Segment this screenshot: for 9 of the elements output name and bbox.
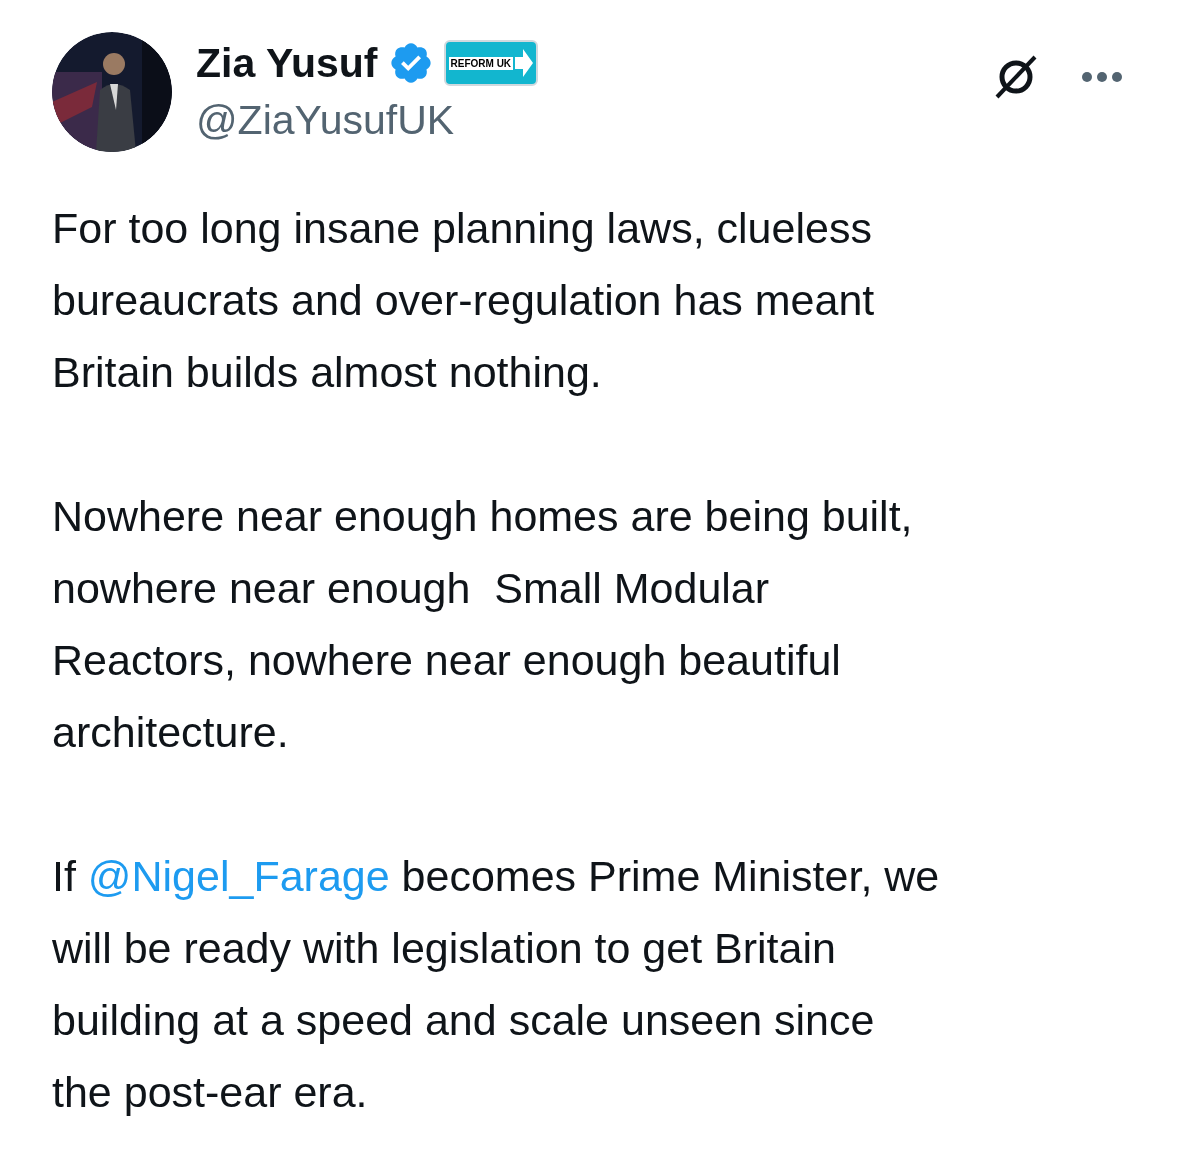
tweet-paragraph: Nowhere near enough homes are being built, nowhere near enough Small Modular Reactors, nowhere near enough beautiful architecture. (52, 491, 914, 758)
affiliation-badge[interactable]: REFORM UK (443, 40, 539, 86)
arrow-icon (515, 48, 534, 78)
author-handle[interactable]: @ZiaYusufUK (196, 94, 539, 146)
tweet-paragraph: If @Nigel_Farage becomes Prime Minister, we will be ready with legislation to get Britain building at a speed and scale unseen since the post-ear era. (52, 851, 941, 1118)
more-icon[interactable] (1081, 71, 1123, 83)
author-name[interactable]: Zia Yusuf (196, 38, 378, 88)
tweet-paragraph: For too long insane planning laws, clueless bureaucrats and over-regulation has meant Britain builds almost nothing. (52, 203, 876, 398)
badge-label: REFORM UK (448, 56, 514, 70)
